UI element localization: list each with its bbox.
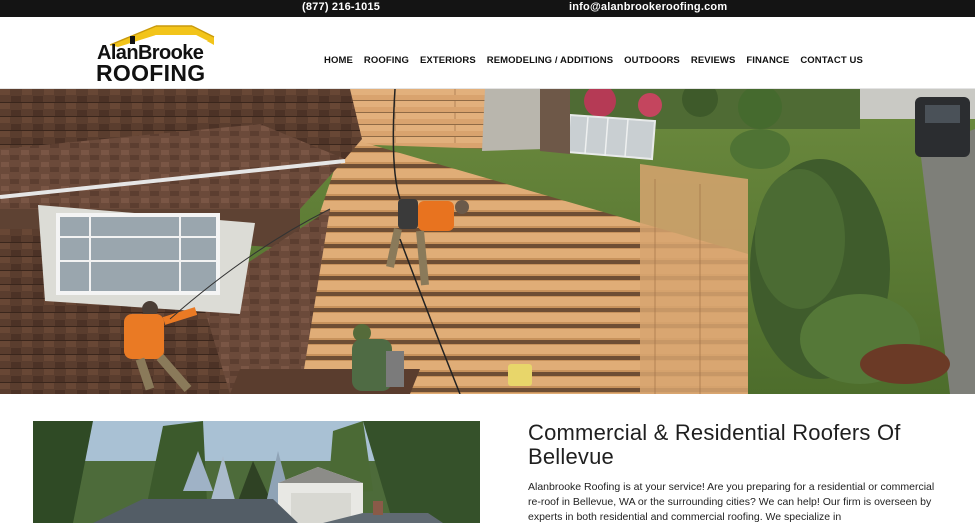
nav-exteriors[interactable]: EXTERIORS bbox=[420, 55, 476, 66]
nav-contact-us[interactable]: CONTACT US bbox=[800, 55, 863, 66]
nav-roofing[interactable]: ROOFING bbox=[364, 55, 409, 66]
nav-finance[interactable]: FINANCE bbox=[746, 55, 789, 66]
intro-paragraph: Alanbrooke Roofing is at your service! A… bbox=[528, 481, 935, 523]
site-header: AlanBrooke ROOFING HOME ROOFING EXTERIOR… bbox=[0, 17, 975, 89]
nav-remodeling-additions[interactable]: REMODELING / ADDITIONS bbox=[487, 55, 613, 66]
house-photo bbox=[33, 421, 480, 523]
hero-image bbox=[0, 89, 975, 394]
nav-outdoors[interactable]: OUTDOORS bbox=[624, 55, 680, 66]
logo-roofing: ROOFING bbox=[96, 60, 206, 86]
site-logo[interactable]: AlanBrooke ROOFING bbox=[96, 23, 218, 85]
nav-home[interactable]: HOME bbox=[324, 55, 353, 66]
email-link[interactable]: info@alanbrookeroofing.com bbox=[569, 1, 727, 13]
phone-link[interactable]: (877) 216-1015 bbox=[302, 1, 380, 13]
roof-work-photo bbox=[0, 89, 975, 394]
contact-bar: (877) 216-1015 info@alanbrookeroofing.co… bbox=[0, 0, 975, 17]
main-nav: HOME ROOFING EXTERIORS REMODELING / ADDI… bbox=[324, 55, 874, 66]
house-exterior-photo bbox=[33, 421, 480, 523]
page-heading: Commercial & Residential Roofers Of Bell… bbox=[528, 420, 901, 469]
nav-reviews[interactable]: REVIEWS bbox=[691, 55, 736, 66]
